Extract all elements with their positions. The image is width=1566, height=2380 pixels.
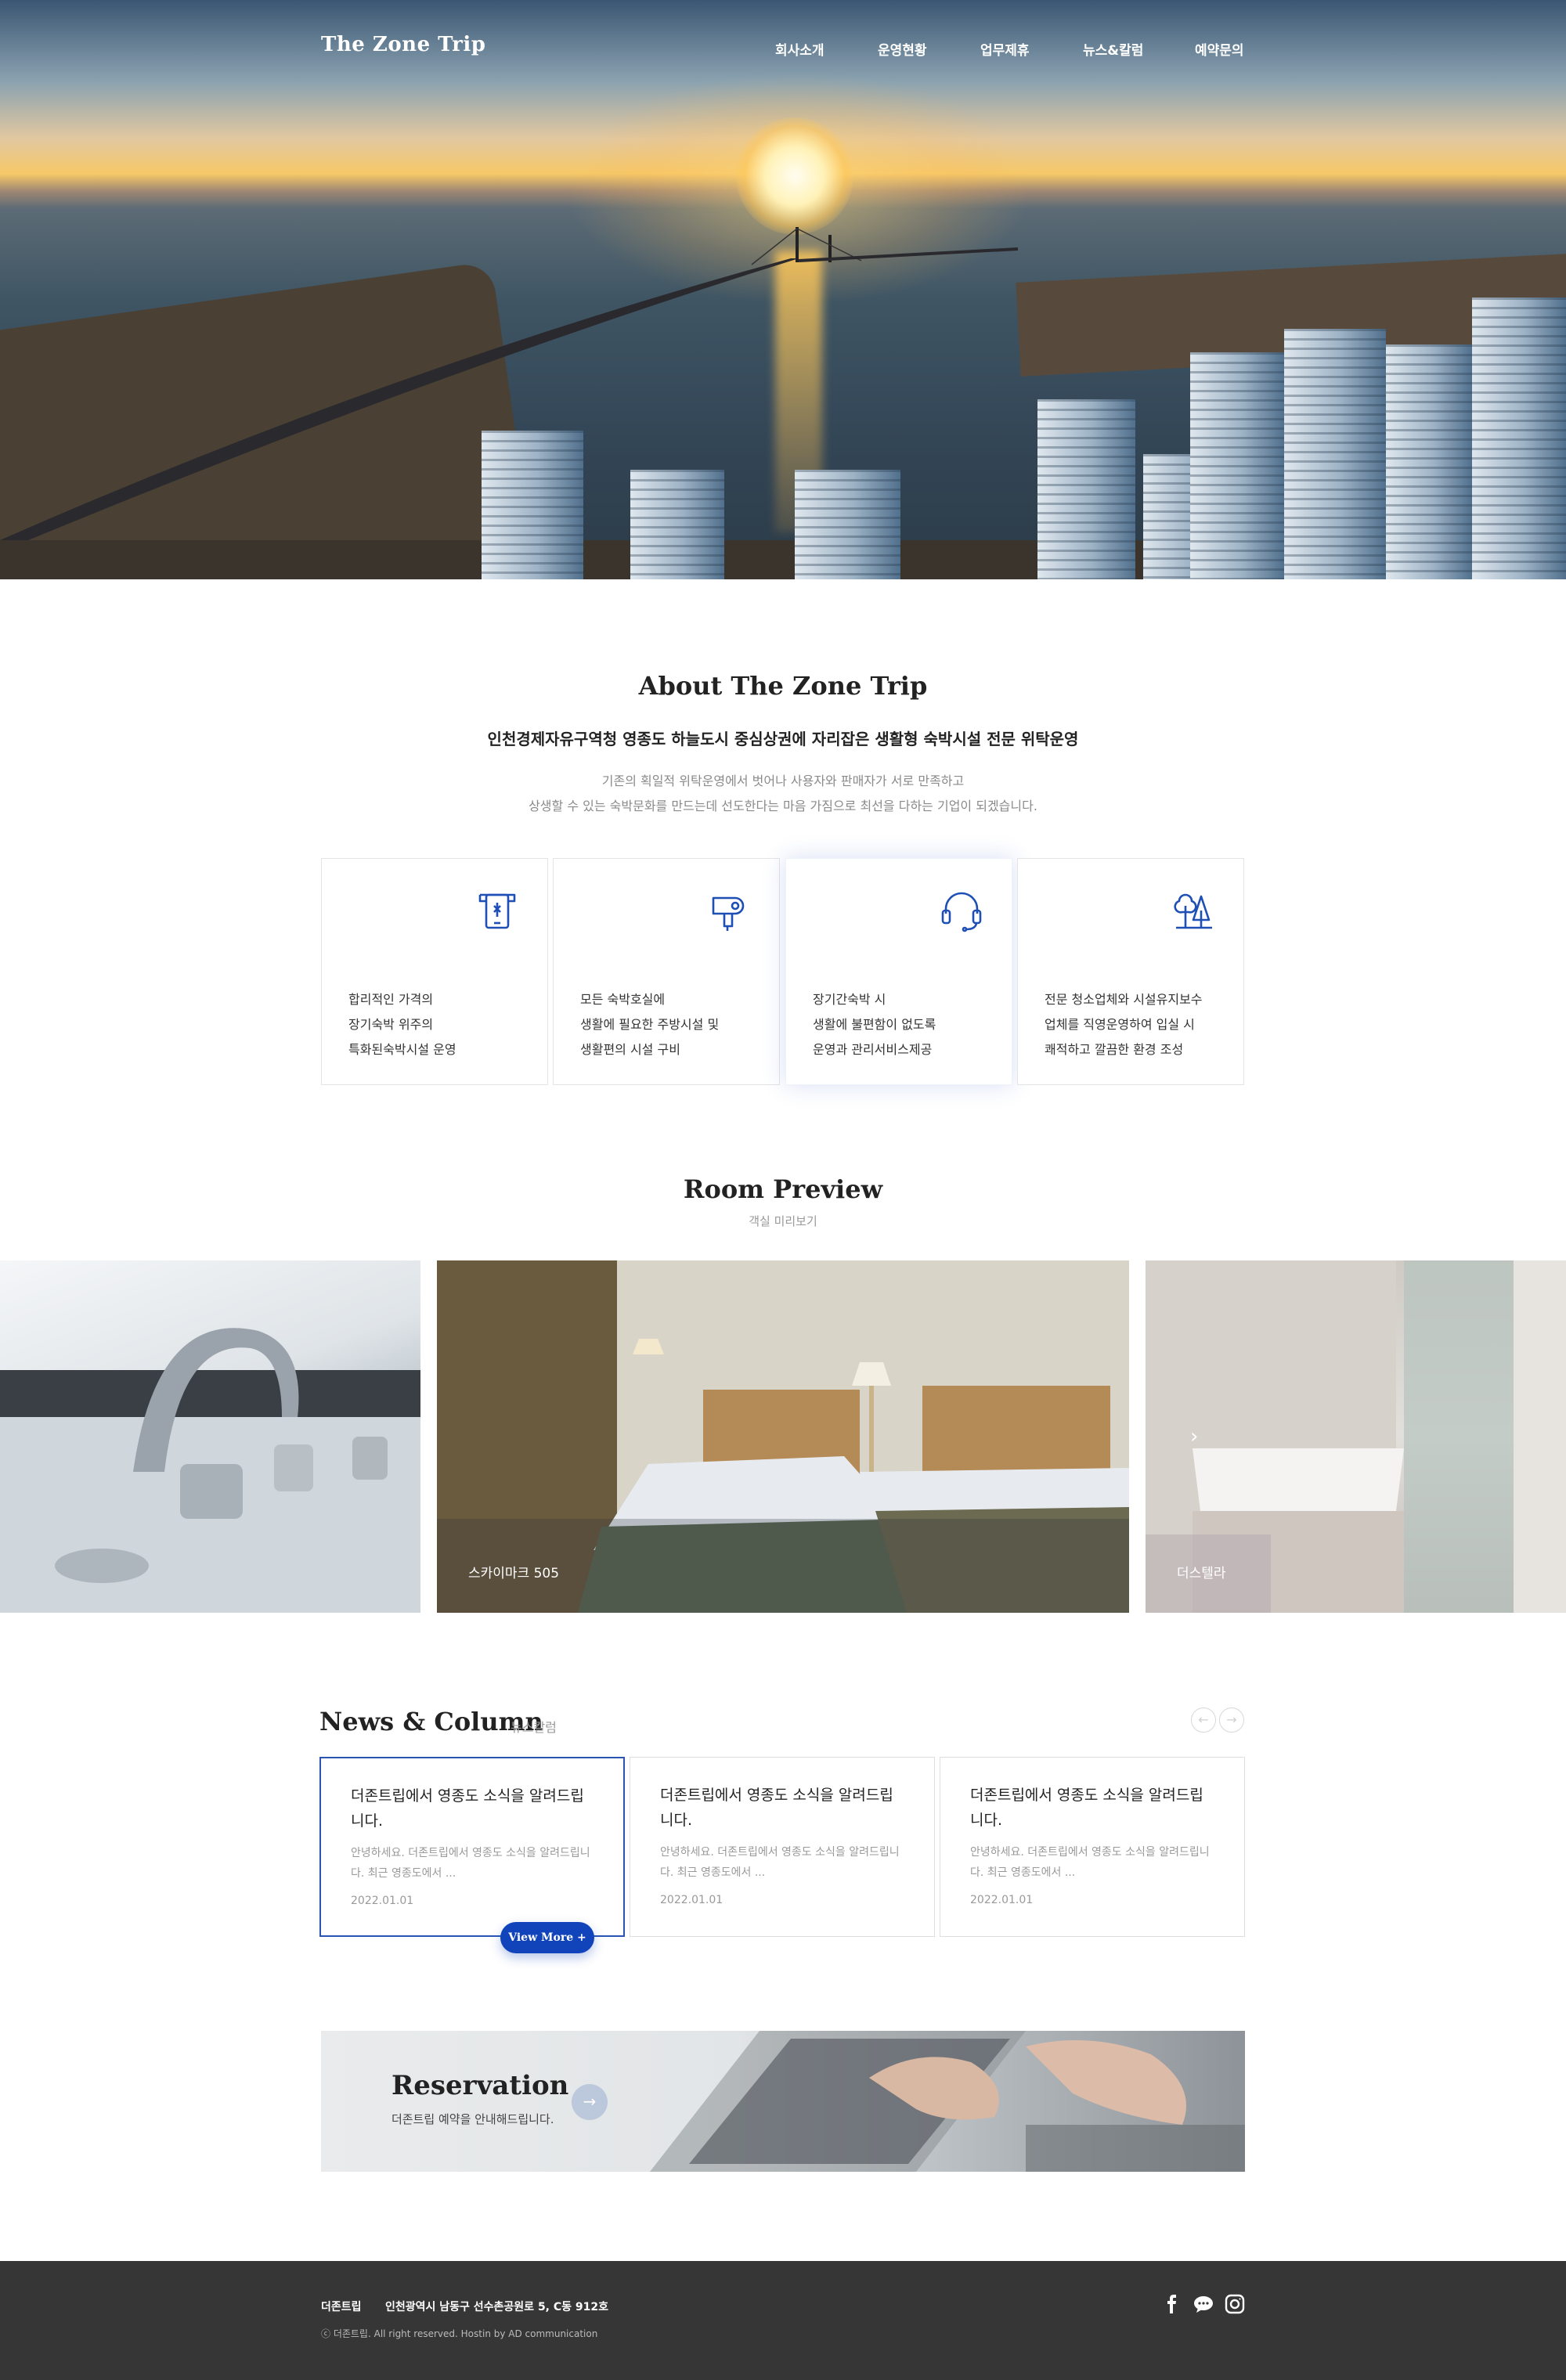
feature-text: 장기간숙박 시 생활에 불편함이 없도록 운영과 관리서비스제공: [813, 987, 936, 1062]
hair-dryer-icon: [712, 896, 745, 931]
building: [1284, 329, 1386, 579]
news-card[interactable]: 더존트립에서 영종도 소식을 알려드립니다. 안녕하세요. 더존트립에서 영종도…: [319, 1757, 625, 1937]
about-desc-line: 기존의 획일적 위탁운영에서 벗어나 사용자와 판매자가 서로 만족하고: [601, 774, 965, 788]
nav-item-news[interactable]: 뉴스&칼럼: [1083, 39, 1143, 59]
top-navigation: The Zone Trip 회사소개 운영현황 업무제휴 뉴스&칼럼 예약문의: [0, 0, 1566, 94]
feature-line: 생활편의 시설 구비: [580, 1042, 680, 1057]
building: [1386, 344, 1472, 579]
building: [1472, 298, 1566, 579]
logo[interactable]: The Zone Trip: [321, 33, 485, 56]
news-card-date: 2022.01.01: [351, 1895, 414, 1907]
room-preview-subtitle: 객실 미리보기: [749, 1214, 817, 1228]
bathroom-image: [1146, 1260, 1566, 1613]
feature-text: 전문 청소업체와 시설유지보수 업체를 직영운영하여 입실 시 쾌적하고 깔끔한…: [1045, 987, 1203, 1062]
news-subtitle: 뉴스칼럼: [511, 1720, 557, 1735]
arrow-right-icon[interactable]: →: [572, 2084, 608, 2120]
view-more-button[interactable]: View More +: [500, 1922, 594, 1953]
chat-icon[interactable]: [1192, 2292, 1215, 2316]
instagram-icon[interactable]: [1223, 2292, 1247, 2316]
about-title: About The Zone Trip: [638, 671, 928, 701]
feature-line: 업체를 직영운영하여 입실 시: [1045, 1017, 1195, 1032]
news-card[interactable]: 더존트립에서 영종도 소식을 알려드립니다. 안녕하세요. 더존트립에서 영종도…: [940, 1757, 1245, 1937]
chevron-right-icon[interactable]: ›: [1190, 1425, 1198, 1448]
room-label: 스카이마크 505: [468, 1566, 560, 1581]
trees-icon: [1174, 893, 1212, 929]
room-slide[interactable]: 스카이마크 505: [437, 1260, 1129, 1613]
news-card-date: 2022.01.01: [660, 1894, 723, 1906]
headset-icon: [941, 892, 982, 932]
laptop-image: [650, 2031, 1245, 2172]
footer-address: 인천광역시 남동구 선수촌공원로 5, C동 912호: [385, 2301, 609, 2313]
phone-tag-icon: [478, 893, 516, 929]
news-title: News & Column: [319, 1707, 543, 1736]
news-card-date: 2022.01.01: [970, 1894, 1034, 1906]
about-description: 기존의 획일적 위탁운영에서 벗어나 사용자와 판매자가 서로 만족하고 상생할…: [0, 769, 1566, 819]
hotel-room-image: [437, 1260, 1129, 1613]
feature-line: 합리적인 가격의: [348, 992, 434, 1007]
news-card[interactable]: 더존트립에서 영종도 소식을 알려드립니다. 안녕하세요. 더존트립에서 영종도…: [630, 1757, 935, 1937]
feature-line: 장기간숙박 시: [813, 992, 886, 1007]
news-card-title: 더존트립에서 영종도 소식을 알려드립니다.: [970, 1787, 1203, 1829]
news-card-desc: 안녕하세요. 더존트립에서 영종도 소식을 알려드립니다. 최근 영종도에서 .…: [660, 1846, 900, 1879]
building: [482, 431, 583, 579]
feature-card: 합리적인 가격의 장기숙박 위주의 특화된숙박시설 운영: [321, 858, 548, 1085]
feature-line: 장기숙박 위주의: [348, 1017, 434, 1032]
about-subtitle: 인천경제자유구역청 영종도 하늘도시 중심상권에 자리잡은 생활형 숙박시설 전…: [487, 730, 1079, 748]
news-card-title: 더존트립에서 영종도 소식을 알려드립니다.: [351, 1787, 584, 1830]
building: [1037, 399, 1135, 579]
room-label: 더스텔라: [1177, 1566, 1226, 1581]
feature-card: 전문 청소업체와 시설유지보수 업체를 직영운영하여 입실 시 쾌적하고 깔끔한…: [1017, 858, 1244, 1085]
feature-line: 생활에 필요한 주방시설 및: [580, 1017, 720, 1032]
building: [1190, 352, 1284, 579]
arrow-right-icon[interactable]: →: [1219, 1707, 1244, 1733]
arrow-left-icon[interactable]: ←: [1191, 1707, 1216, 1733]
reservation-subtitle: 더존트립 예약을 안내해드립니다.: [392, 2112, 554, 2126]
feature-line: 모든 숙박호실에: [580, 992, 666, 1007]
feature-line: 특화된숙박시설 운영: [348, 1042, 456, 1057]
feature-line: 전문 청소업체와 시설유지보수: [1045, 992, 1203, 1007]
footer: 더존트립 인천광역시 남동구 선수촌공원로 5, C동 912호 ⓒ 더존트립.…: [0, 2261, 1566, 2380]
room-slide[interactable]: 더스텔라: [1146, 1260, 1566, 1613]
news-card-desc: 안녕하세요. 더존트립에서 영종도 소식을 알려드립니다. 최근 영종도에서 .…: [970, 1846, 1210, 1879]
feature-line: 쾌적하고 깔끔한 환경 조성: [1045, 1042, 1184, 1057]
feature-card-active: 장기간숙박 시 생활에 불편함이 없도록 운영과 관리서비스제공: [785, 858, 1012, 1085]
footer-company: 더존트립: [321, 2301, 362, 2313]
feature-line: 운영과 관리서비스제공: [813, 1042, 933, 1057]
footer-copyright: ⓒ 더존트립. All right reserved. Hostin by AD…: [321, 2328, 598, 2339]
feature-text: 합리적인 가격의 장기숙박 위주의 특화된숙박시설 운영: [348, 987, 456, 1062]
faucet-image: [0, 1328, 420, 1613]
reservation-banner[interactable]: Reservation 더존트립 예약을 안내해드립니다. →: [321, 2031, 1245, 2172]
facebook-icon[interactable]: [1160, 2292, 1184, 2316]
about-desc-line: 상생할 수 있는 숙박문화를 만드는데 선도한다는 마음 가짐으로 최선을 다하…: [529, 799, 1037, 813]
news-card-desc: 안녕하세요. 더존트립에서 영종도 소식을 알려드립니다. 최근 영종도에서 .…: [351, 1847, 590, 1880]
room-slide[interactable]: [0, 1260, 420, 1613]
nav-item-partnership[interactable]: 업무제휴: [980, 39, 1030, 59]
news-card-title: 더존트립에서 영종도 소식을 알려드립니다.: [660, 1787, 893, 1829]
feature-card: 모든 숙박호실에 생활에 필요한 주방시설 및 생활편의 시설 구비: [553, 858, 780, 1085]
nav-item-about[interactable]: 회사소개: [775, 39, 824, 59]
building: [795, 470, 900, 579]
feature-line: 생활에 불편함이 없도록: [813, 1017, 936, 1032]
reservation-title: Reservation: [392, 2070, 569, 2101]
feature-text: 모든 숙박호실에 생활에 필요한 주방시설 및 생활편의 시설 구비: [580, 987, 719, 1062]
nav-item-operations[interactable]: 운영현황: [878, 39, 927, 59]
room-preview-title: Room Preview: [683, 1174, 883, 1204]
building: [630, 470, 724, 579]
hero-banner: The Zone Trip 회사소개 운영현황 업무제휴 뉴스&칼럼 예약문의: [0, 0, 1566, 579]
nav-item-reservation[interactable]: 예약문의: [1195, 39, 1244, 59]
